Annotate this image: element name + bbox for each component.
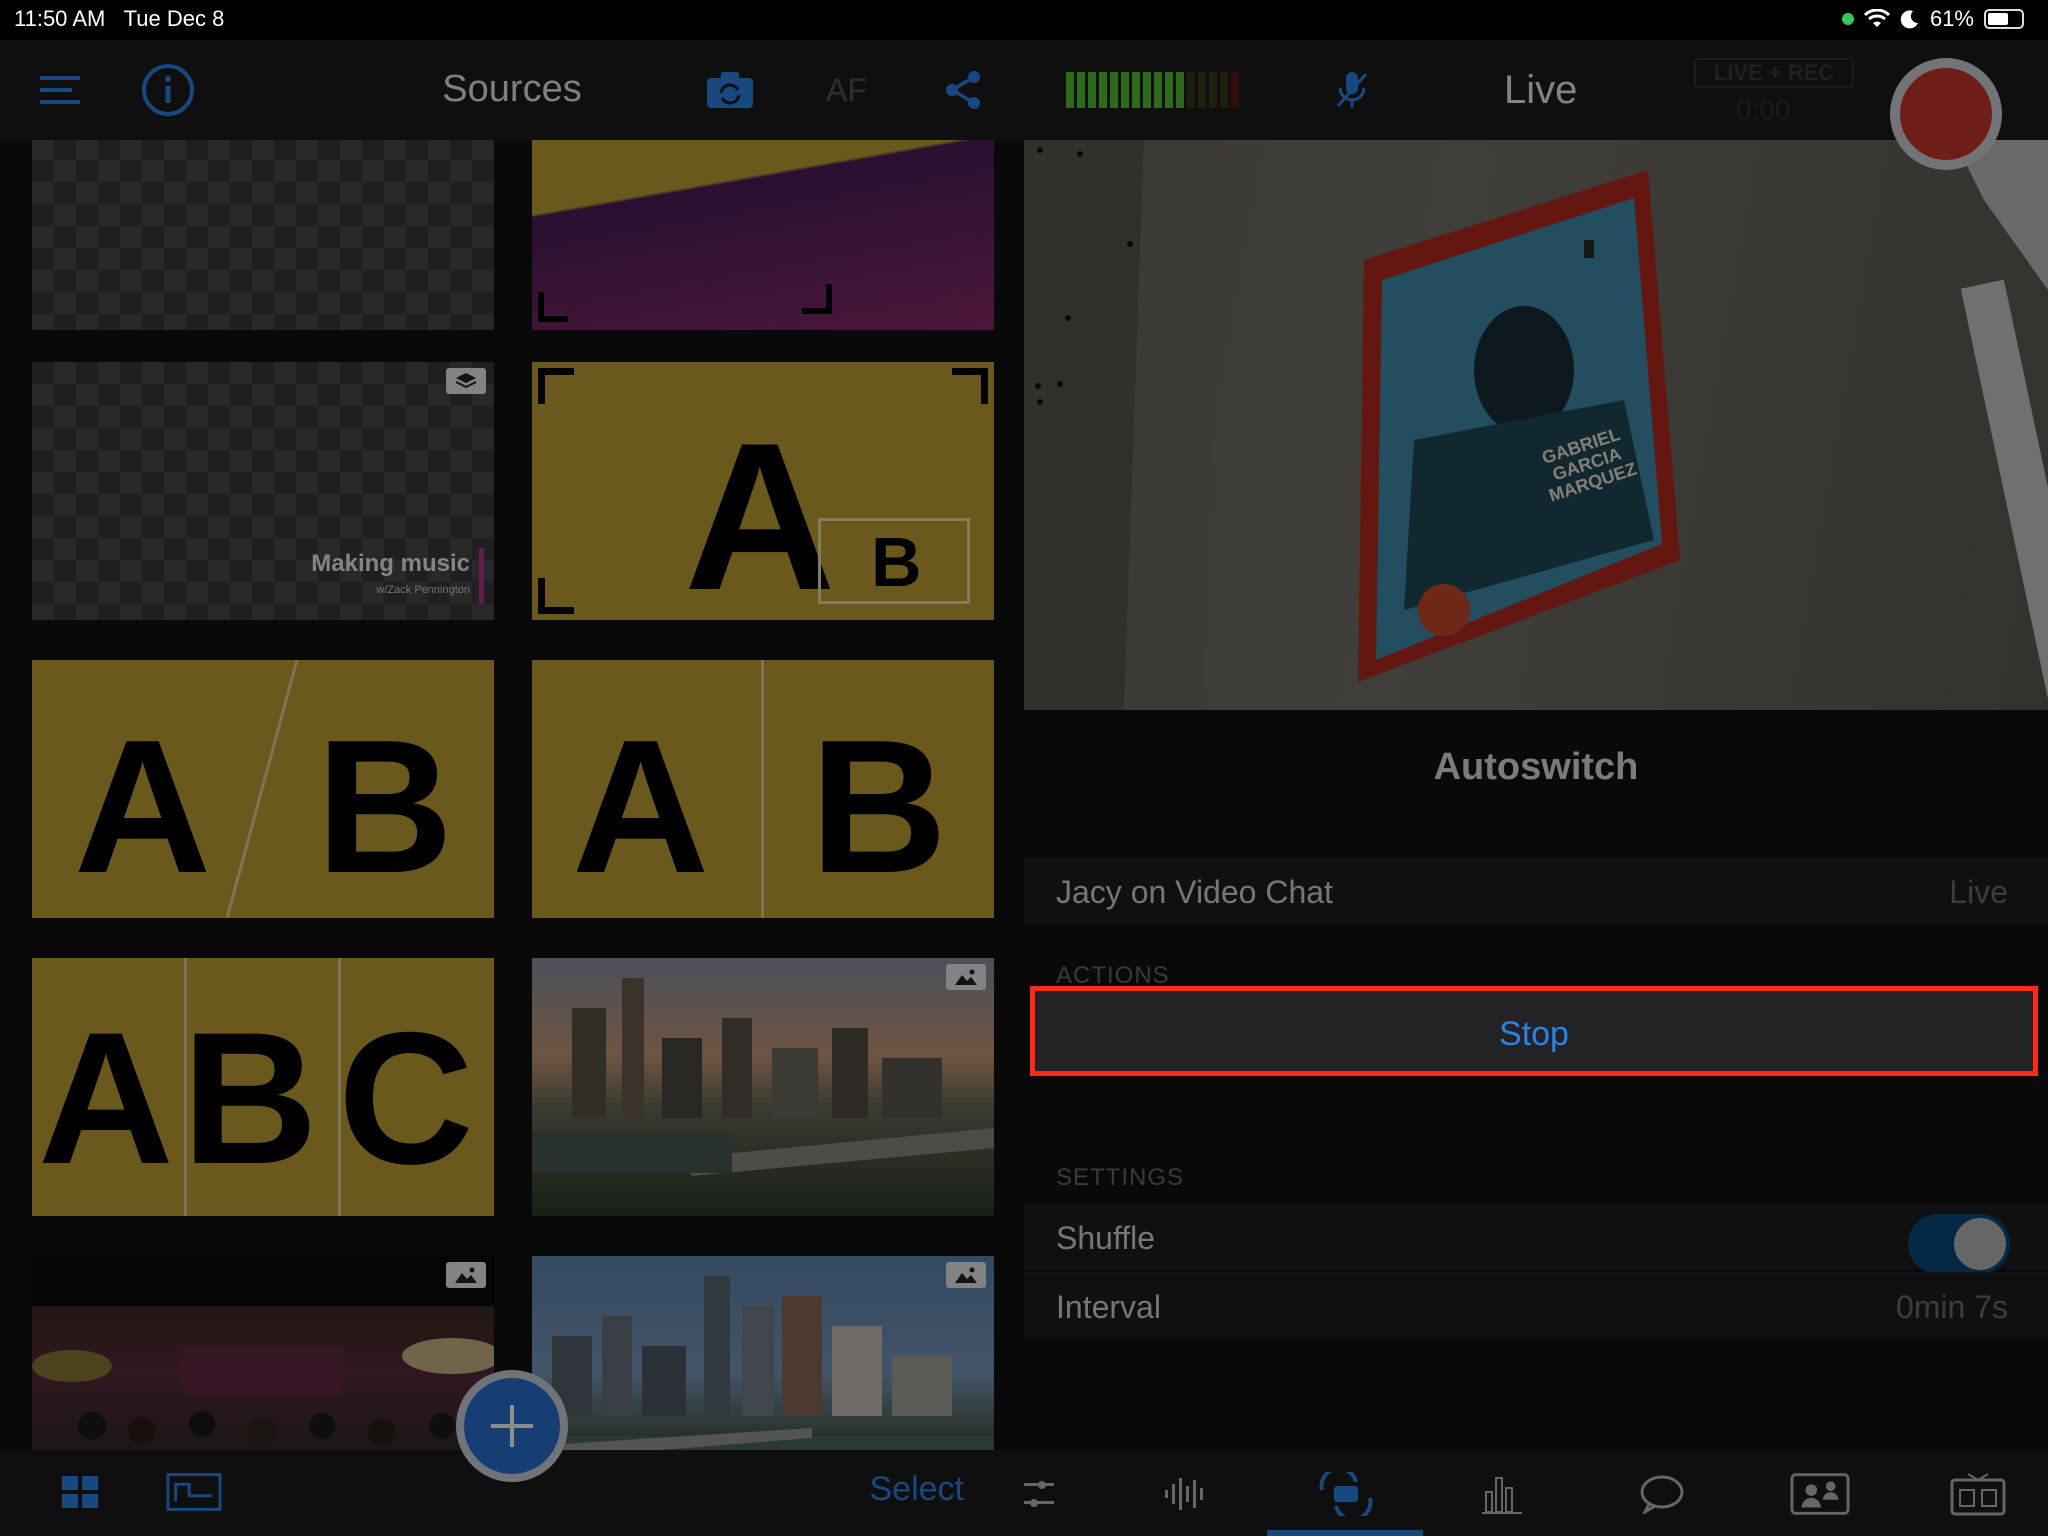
meter-bar bbox=[1154, 72, 1162, 108]
live-tab-bar bbox=[1024, 1450, 2048, 1536]
settings-header: SETTINGS bbox=[1056, 1164, 1185, 1191]
source-tile-abc-split[interactable]: A B C bbox=[32, 958, 494, 1216]
sources-header: Sources AF bbox=[0, 40, 1024, 140]
autoswitch-sheet: Autoswitch Jacy on Video Chat Live ACTIO… bbox=[1024, 710, 2048, 1486]
af-toggle[interactable]: AF bbox=[826, 72, 867, 109]
live-title: Live bbox=[1504, 68, 1578, 112]
letter-b: B bbox=[316, 701, 454, 913]
sources-panel: Sources AF Making music w/Zack Penningto… bbox=[0, 40, 1024, 1536]
letter-a: A bbox=[38, 993, 174, 1203]
meter-bar bbox=[1099, 72, 1107, 108]
source-tile-frame[interactable] bbox=[32, 140, 494, 330]
page-title: Sources bbox=[442, 68, 582, 110]
source-tile-making-music[interactable]: Making music w/Zack Pennington bbox=[32, 362, 494, 620]
letter-c: C bbox=[338, 993, 474, 1203]
meter-bar bbox=[1088, 72, 1096, 108]
source-tile-ab-split[interactable]: A B bbox=[532, 660, 994, 918]
audio-level-meter bbox=[1066, 72, 1239, 108]
interval-label: Interval bbox=[1056, 1289, 1161, 1325]
source-tile-city-day[interactable] bbox=[532, 1256, 994, 1450]
meter-bar bbox=[1132, 72, 1140, 108]
microphone-icon[interactable] bbox=[1324, 62, 1380, 118]
battery-percent: 61% bbox=[1929, 6, 1974, 31]
share-icon[interactable] bbox=[935, 62, 991, 118]
record-button[interactable] bbox=[1890, 58, 2002, 170]
plus-icon bbox=[491, 1405, 533, 1447]
letter-a: A bbox=[572, 701, 710, 913]
tab-autoswitch-icon[interactable] bbox=[1316, 1466, 1376, 1522]
meter-bar bbox=[1198, 72, 1206, 108]
meter-bar bbox=[1110, 72, 1118, 108]
add-source-button[interactable] bbox=[456, 1370, 568, 1482]
meter-bar bbox=[1066, 72, 1074, 108]
wifi-icon bbox=[1863, 9, 1890, 27]
source-tile-city-sunset[interactable] bbox=[532, 958, 994, 1216]
source-tile-ab-diagonal[interactable]: A B bbox=[32, 660, 494, 918]
image-icon bbox=[946, 964, 986, 990]
making-music-subtitle: w/Zack Pennington bbox=[376, 584, 470, 596]
accent-bar bbox=[479, 548, 484, 604]
source-tile-concert[interactable] bbox=[32, 1256, 494, 1450]
image-icon bbox=[446, 1262, 486, 1288]
image-icon bbox=[946, 1262, 986, 1288]
meter-bar bbox=[1143, 72, 1151, 108]
status-bar: 11:50 AM Tue Dec 8 61% bbox=[0, 0, 2048, 40]
tab-guests-icon[interactable] bbox=[1790, 1466, 1850, 1522]
status-time: 11:50 AM bbox=[14, 6, 106, 31]
camera-indicator-icon bbox=[1841, 13, 1854, 25]
letter-b: B bbox=[810, 701, 948, 913]
list-item-source[interactable]: Jacy on Video Chat Live bbox=[1024, 858, 2048, 924]
tab-adjust-icon[interactable] bbox=[1014, 1466, 1074, 1522]
source-tile-pip-ab[interactable]: A B bbox=[532, 362, 994, 620]
status-time-date: 11:50 AM Tue Dec 8 bbox=[14, 6, 224, 32]
tab-comments-icon[interactable] bbox=[1632, 1466, 1692, 1522]
live-rec-badge: LIVE + REC bbox=[1694, 58, 1854, 88]
meter-bar bbox=[1220, 72, 1228, 108]
live-preview: GABRIEL GARCIA MARQUEZ bbox=[1024, 140, 2048, 710]
meter-bar bbox=[1176, 72, 1184, 108]
letter-a: A bbox=[74, 701, 212, 913]
source-tile-lower-third[interactable] bbox=[532, 140, 994, 330]
grid-view-icon[interactable] bbox=[52, 1464, 108, 1520]
letter-b: B bbox=[871, 523, 922, 601]
tab-audio-icon[interactable] bbox=[1156, 1466, 1216, 1522]
shuffle-toggle[interactable] bbox=[1908, 1214, 2010, 1274]
status-date: Tue Dec 8 bbox=[123, 6, 225, 31]
layout-view-icon[interactable] bbox=[166, 1464, 222, 1520]
source-name: Jacy on Video Chat bbox=[1056, 874, 1333, 910]
shuffle-row: Shuffle bbox=[1024, 1204, 2048, 1274]
interval-row[interactable]: Interval 0min 7s bbox=[1024, 1272, 2048, 1338]
meter-bar bbox=[1077, 72, 1085, 108]
source-status: Live bbox=[1949, 874, 2008, 910]
camera-switch-icon[interactable] bbox=[702, 62, 758, 118]
meter-bar bbox=[1165, 72, 1173, 108]
letter-a: A bbox=[684, 399, 836, 621]
meter-bar bbox=[1121, 72, 1129, 108]
letter-b: B bbox=[182, 993, 318, 1203]
sources-grid: Making music w/Zack Pennington A B A B A… bbox=[0, 140, 1024, 1450]
meter-bar bbox=[1209, 72, 1217, 108]
recording-timer: 0:00 bbox=[1736, 94, 1791, 125]
meter-bar bbox=[1231, 72, 1239, 108]
making-music-title: Making music bbox=[311, 550, 470, 577]
tab-scoreboard-icon[interactable] bbox=[1948, 1466, 2008, 1522]
stop-row: Stop bbox=[1024, 980, 2048, 1082]
tab-stats-icon[interactable] bbox=[1472, 1466, 1532, 1522]
moon-icon bbox=[1900, 10, 1918, 29]
meter-bar bbox=[1187, 72, 1195, 108]
battery-icon bbox=[1984, 9, 2024, 29]
stop-button[interactable]: Stop bbox=[1030, 986, 2038, 1076]
layers-icon bbox=[446, 368, 486, 394]
select-button[interactable]: Select bbox=[870, 1470, 965, 1509]
live-panel: Live LIVE + REC 0:00 GABRIEL GARCIA MARQ… bbox=[1024, 40, 2048, 1536]
status-right: 61% bbox=[1841, 6, 2024, 32]
pip-box: B bbox=[818, 518, 970, 604]
active-tab-indicator bbox=[1267, 1530, 1423, 1536]
shuffle-label: Shuffle bbox=[1056, 1220, 1156, 1256]
stop-label: Stop bbox=[1499, 1015, 1569, 1053]
sheet-title: Autoswitch bbox=[1433, 746, 1639, 788]
interval-value: 0min 7s bbox=[1895, 1289, 2008, 1325]
